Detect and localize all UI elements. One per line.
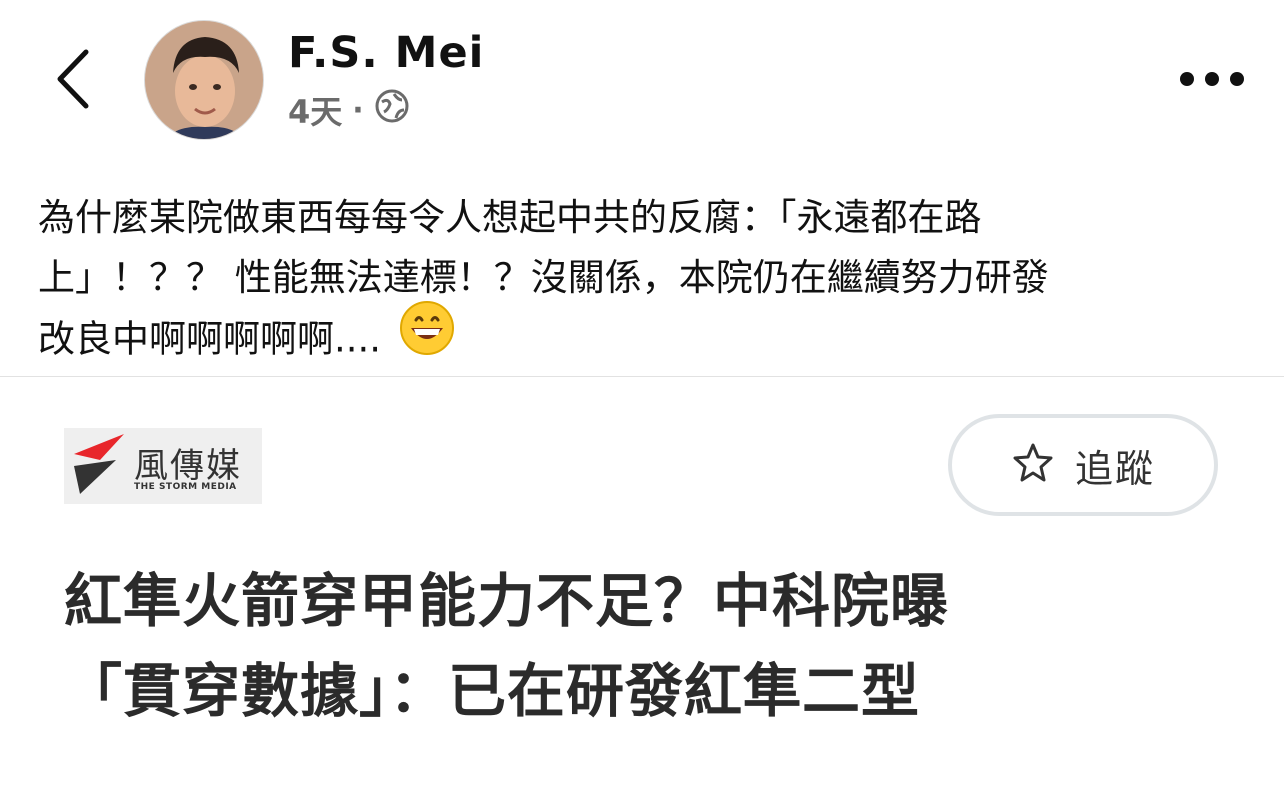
post-body: 為什麼某院做東西每每令人想起中共的反腐：「永遠都在路 上」！？？ 性能無法達標！… [38,188,1248,374]
post-text-line-content: 改良中啊啊啊啊啊.... [38,317,382,361]
post-text-line: 為什麼某院做東西每每令人想起中共的反腐：「永遠都在路 [38,196,982,239]
post-time[interactable]: 4天 [288,87,342,133]
post-meta: 4天 · [288,87,410,133]
facebook-post-view: F.S. Mei 4天 · 為什麼某院做東西每每令人想起中共的反腐：「永遠都在路… [0,0,1284,796]
publisher-logo[interactable]: 風傳媒 THE STORM MEDIA [64,428,262,504]
publisher-name: 風傳媒 [134,446,242,486]
author-avatar[interactable] [144,20,264,140]
back-button[interactable] [44,46,100,116]
globe-icon [374,88,410,132]
more-dot [1180,72,1194,86]
post-text-line: 改良中啊啊啊啊啊.... [38,301,1248,374]
more-dot [1230,72,1244,86]
more-options-button[interactable] [1180,62,1244,96]
storm-media-logo-icon [70,432,128,500]
author-name[interactable]: F.S. Mei [288,28,484,78]
post-text-line: 上」！？？ 性能無法達標！？沒關係，本院仍在繼續努力研發 [38,256,1049,299]
publisher-name-en: THE STORM MEDIA [134,482,237,492]
headline-line: 紅隼火箭穿甲能力不足？中科院曝 [64,567,950,635]
star-outline-icon [1011,441,1055,489]
grinning-face-emoji [399,300,455,374]
avatar-illustration [145,21,263,139]
chevron-left-icon [52,48,92,114]
follow-label: 追蹤 [1074,446,1155,491]
article-headline[interactable]: 紅隼火箭穿甲能力不足？中科院曝 「貫穿數據」：已在研發紅隼二型 [64,556,1214,736]
headline-line: 「貫穿數據」：已在研發紅隼二型 [64,657,921,725]
follow-button[interactable]: 追蹤 [948,414,1218,516]
meta-separator: · [352,92,364,128]
more-dot [1205,72,1219,86]
